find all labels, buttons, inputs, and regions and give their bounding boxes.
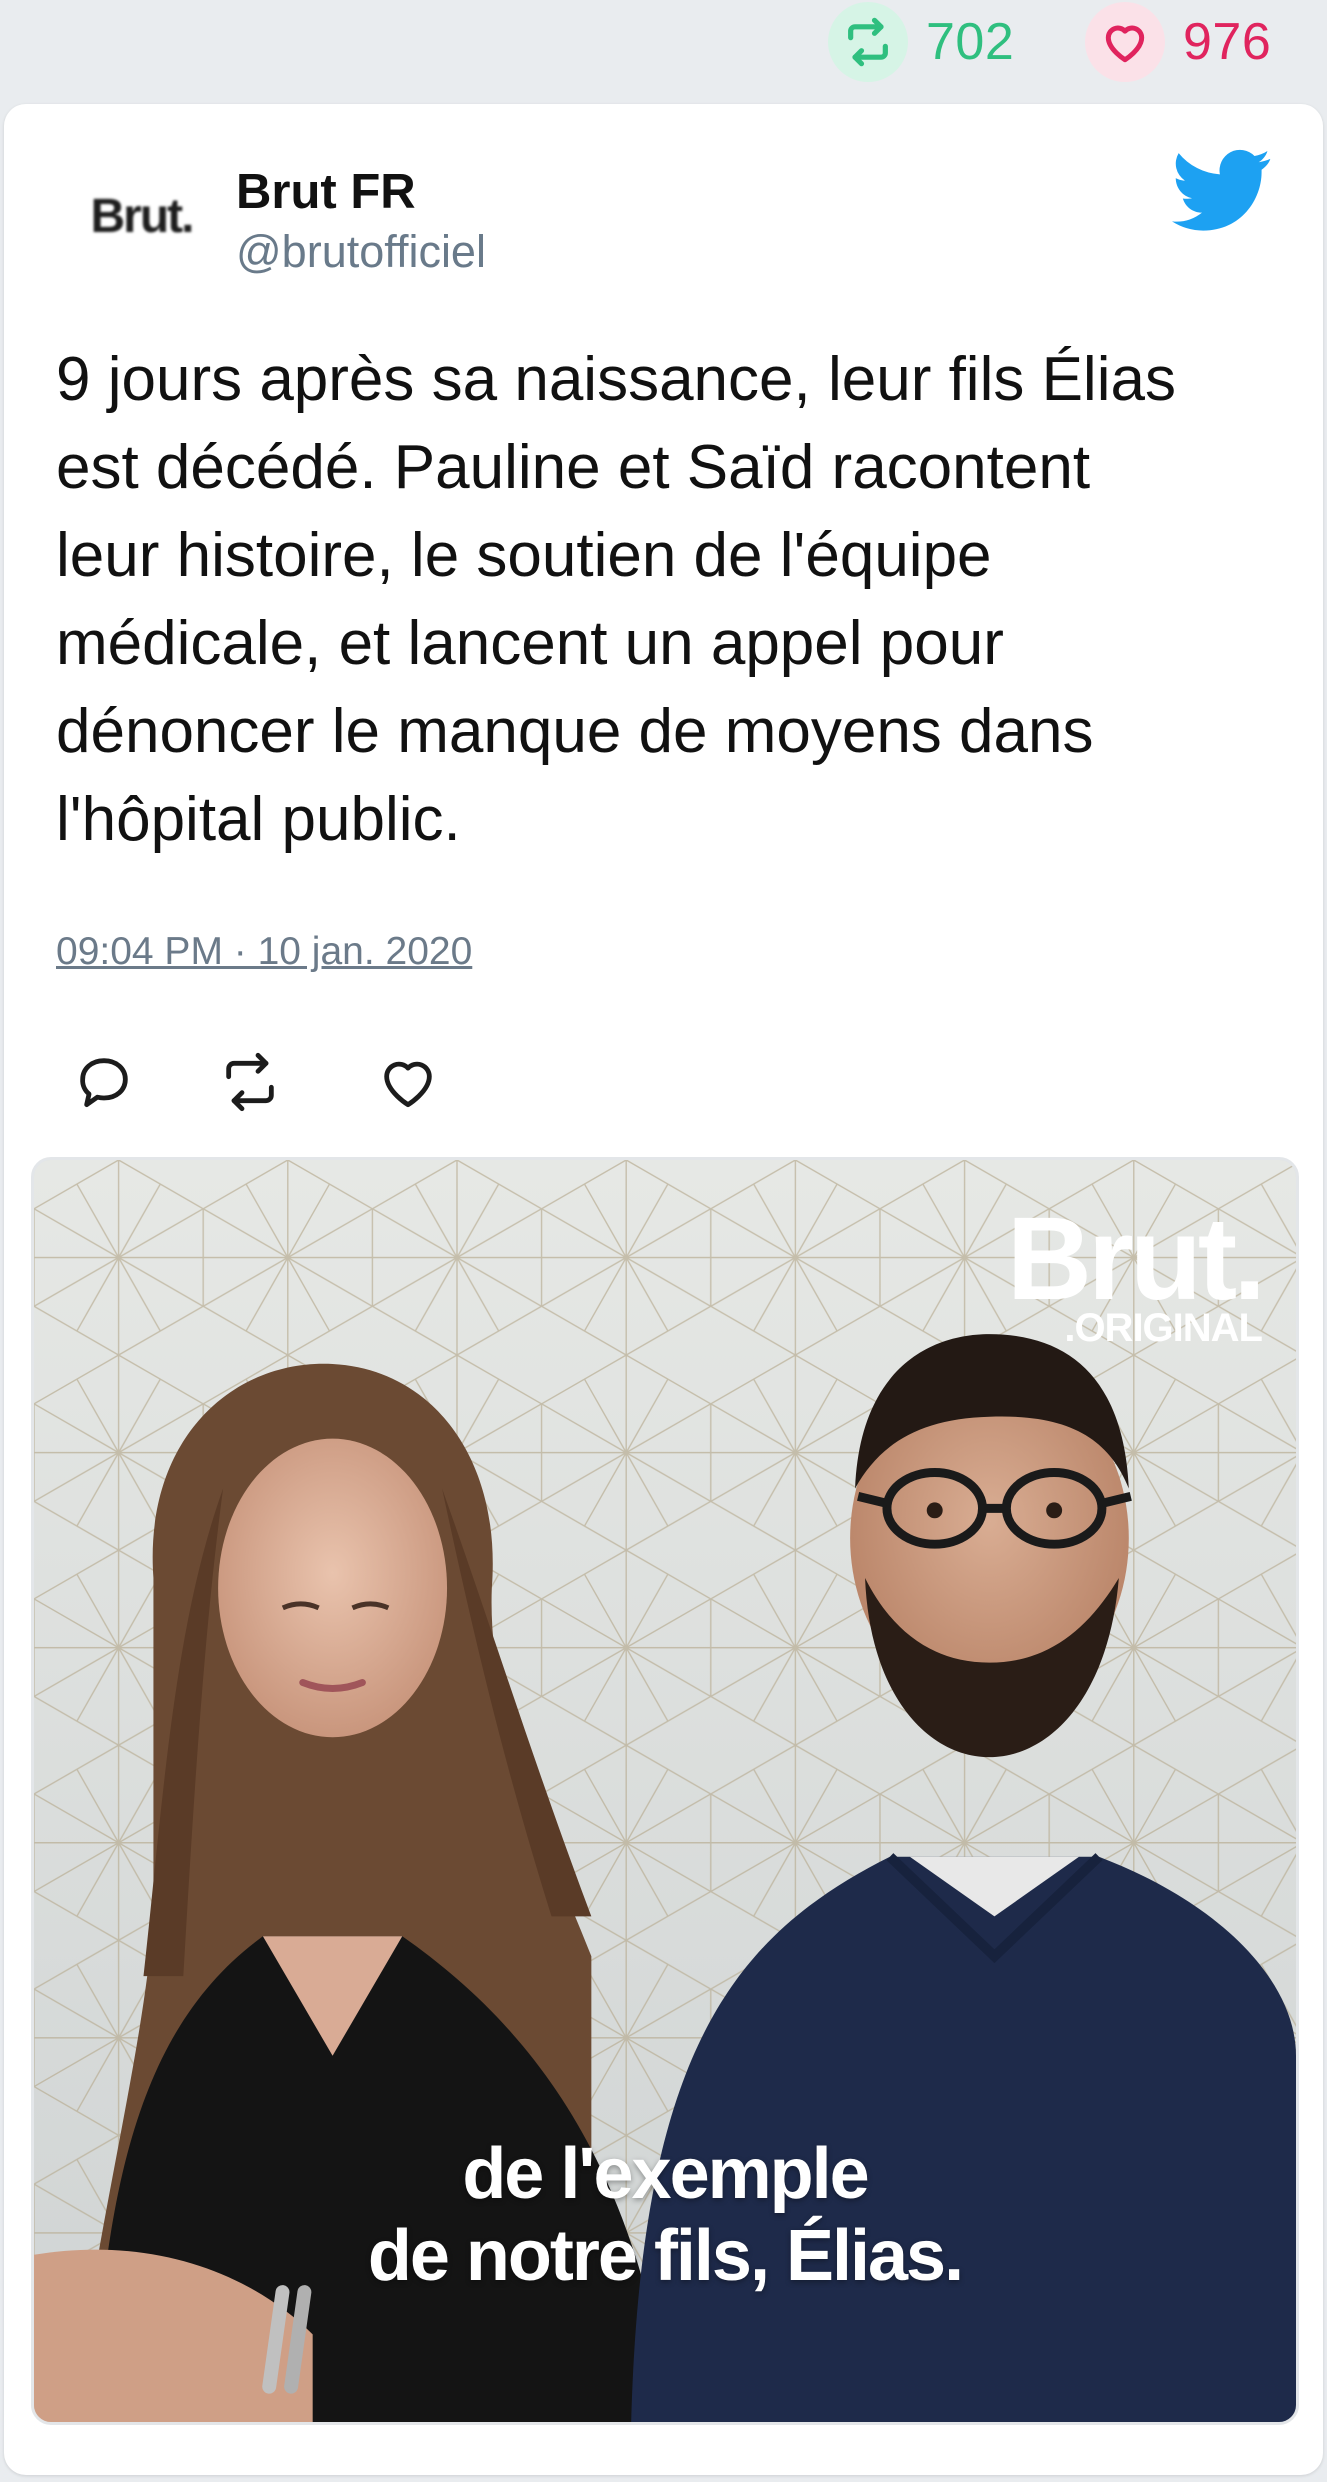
like-count: 976 [1183, 13, 1272, 71]
twitter-bird-icon[interactable] [1172, 148, 1272, 234]
author-name[interactable]: Brut FR [236, 164, 416, 220]
heart-action-icon[interactable] [376, 1050, 440, 1114]
retweet-action-icon[interactable] [218, 1050, 282, 1114]
retweet-icon [828, 2, 908, 82]
engagement-stats: 702 976 [0, 0, 1327, 100]
brut-original-logo: Brut. .ORIGINAL [1006, 1193, 1266, 1348]
retweet-count: 702 [926, 13, 1015, 71]
avatar[interactable]: Brut. [54, 156, 229, 276]
author-handle[interactable]: @brutofficiel [236, 226, 486, 278]
tweet-timestamp[interactable]: 09:04 PM · 10 jan. 2020 [56, 930, 472, 974]
reply-icon[interactable] [72, 1050, 136, 1114]
like-stat[interactable]: 976 [1085, 2, 1272, 82]
video-caption: de l'exemple de notre fils, Élias. [367, 2134, 964, 2296]
retweet-stat[interactable]: 702 [828, 2, 1015, 82]
avatar-logo-text: Brut. [90, 189, 195, 243]
tweet-card: Brut. Brut FR @brutofficiel 9 jours aprè… [4, 104, 1323, 2475]
tweet-media[interactable]: Brut. .ORIGINAL de l'exemple de notre fi… [31, 1157, 1299, 2425]
tweet-text: 9 jours après sa naissance, leur fils Él… [56, 345, 1176, 854]
brut-logo-word: Brut. [1006, 1193, 1266, 1325]
heart-icon [1085, 2, 1165, 82]
